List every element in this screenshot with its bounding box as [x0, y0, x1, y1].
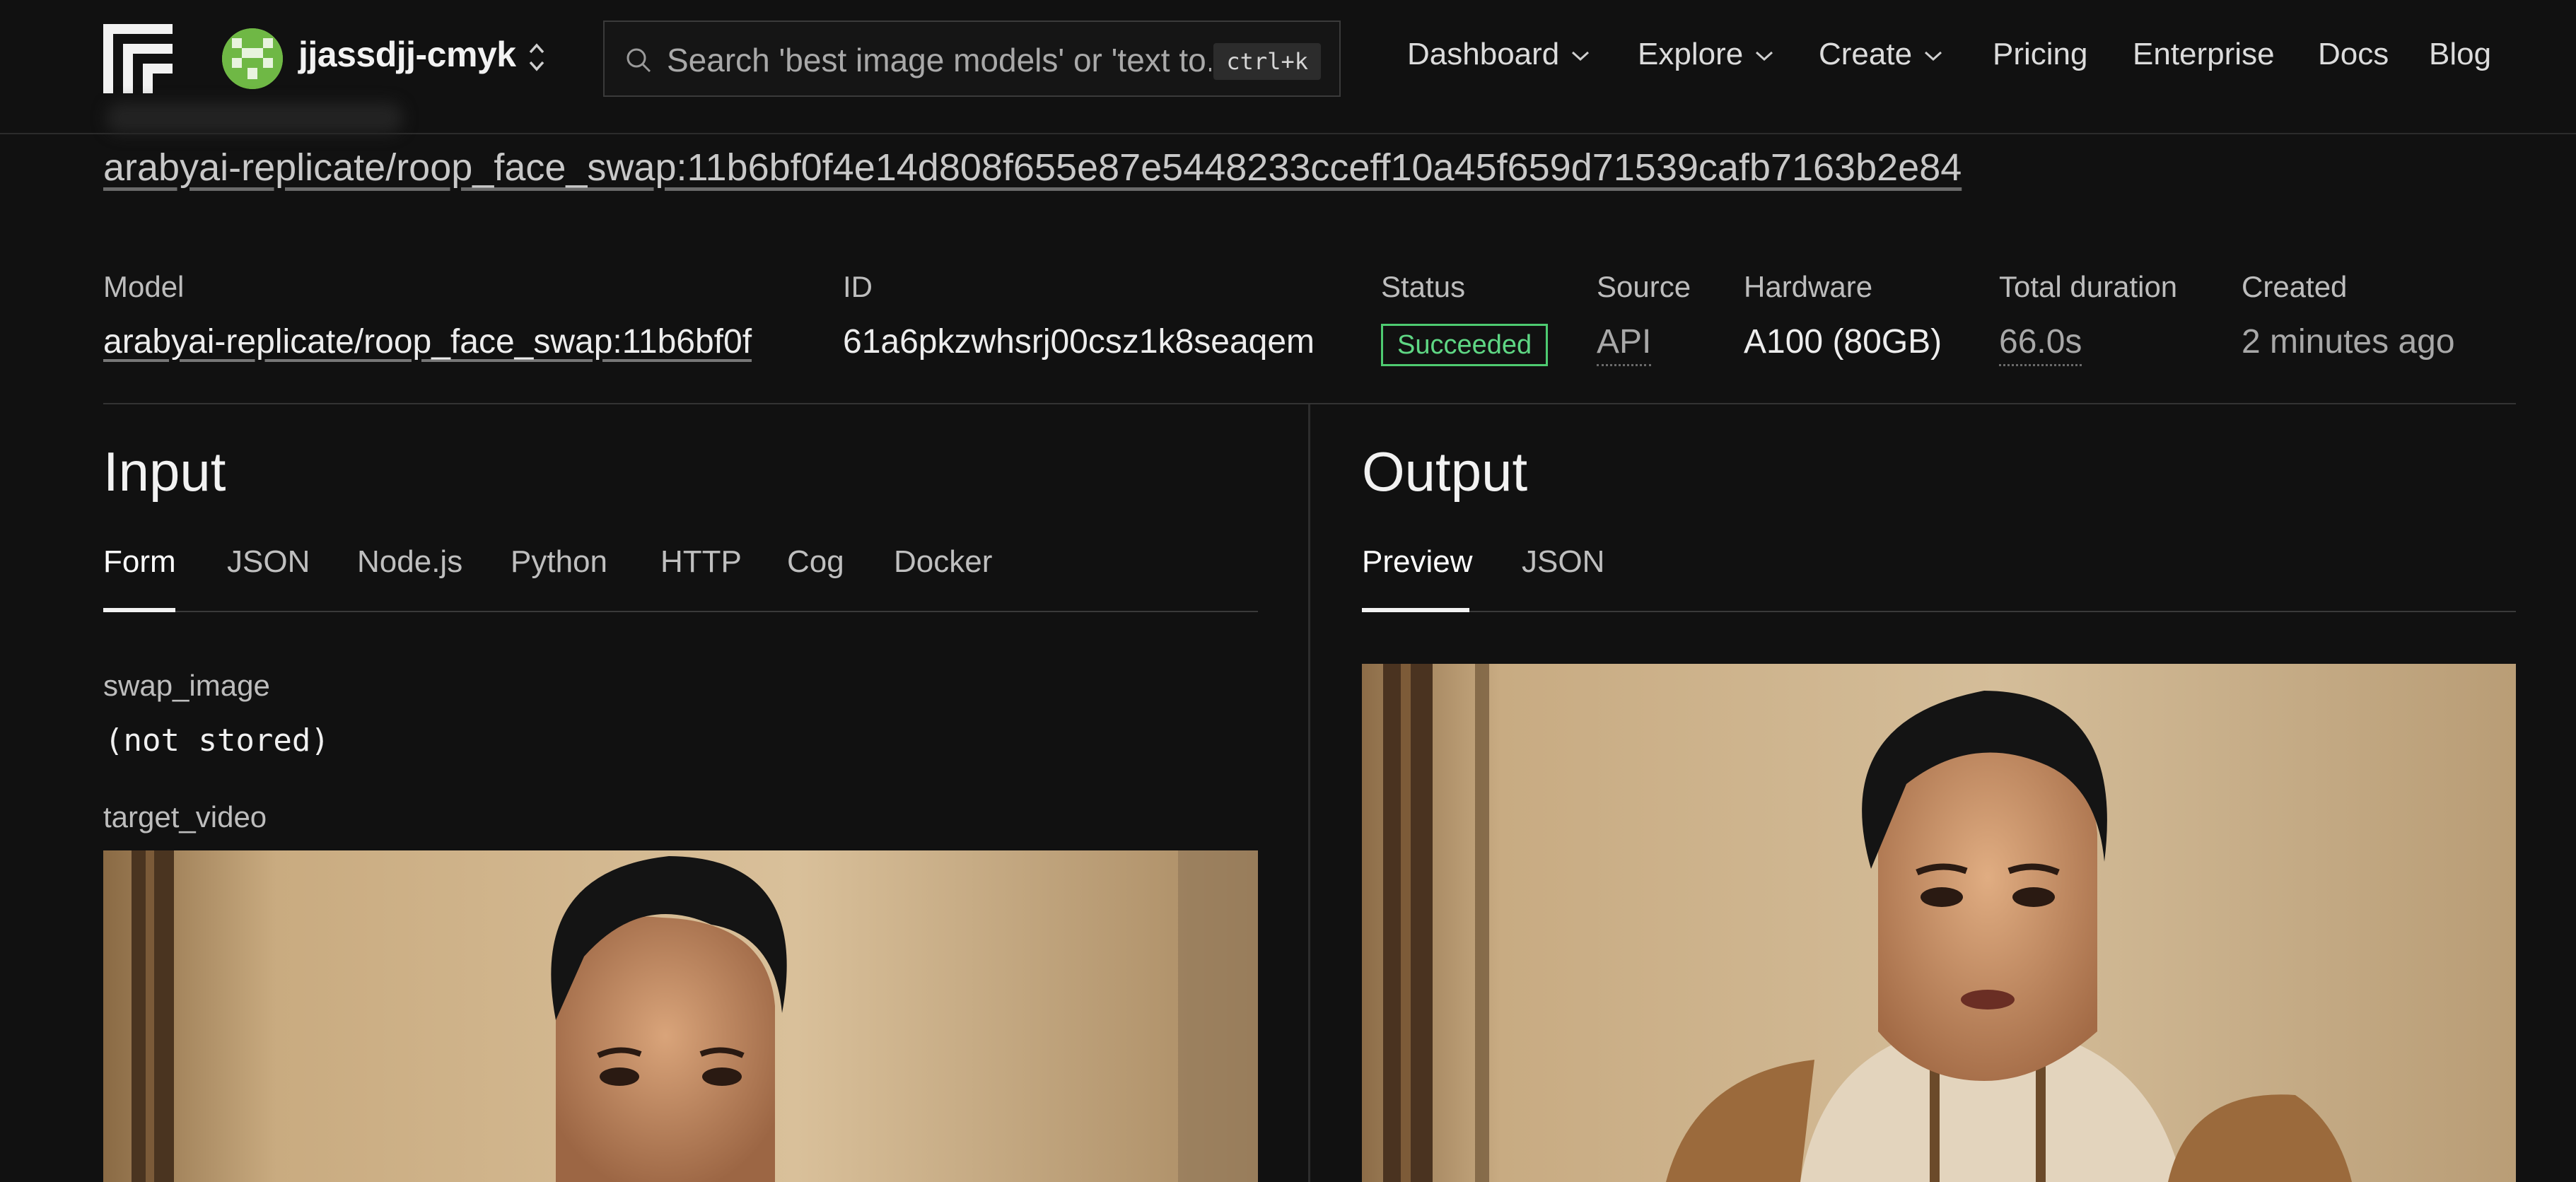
tab-http[interactable]: HTTP — [660, 544, 742, 580]
target-video-player[interactable] — [103, 850, 1258, 1182]
hardware-label: Hardware — [1744, 270, 1873, 303]
prediction-model-version-link[interactable]: arabyai-replicate/roop_face_swap:11b6bf0… — [103, 146, 1962, 189]
column-divider — [1308, 404, 1310, 1182]
hardware-value: A100 (80GB) — [1744, 323, 1942, 361]
chevron-down-icon — [1925, 52, 1942, 62]
keyboard-shortcut-hint: ctrl+k — [1213, 43, 1321, 80]
model-link[interactable]: arabyai-replicate/roop_face_swap:11b6bf0… — [103, 322, 752, 361]
active-tab-indicator — [1362, 608, 1469, 612]
nav-dashboard-label: Dashboard — [1407, 37, 1560, 71]
search-icon — [626, 48, 651, 73]
chevron-down-icon — [1756, 52, 1773, 62]
tab-json[interactable]: JSON — [227, 544, 310, 580]
id-label: ID — [843, 270, 873, 303]
chevron-down-icon — [1572, 52, 1590, 62]
tab-python[interactable]: Python — [511, 544, 607, 580]
tab-docker[interactable]: Docker — [894, 544, 992, 580]
input-tabs: Form JSON Node.js Python HTTP Cog Docker — [103, 544, 1258, 612]
prediction-id: 61a6pkzwhsrj00csz1k8seaqem — [843, 323, 1315, 361]
nav-docs[interactable]: Docs — [2318, 37, 2389, 72]
account-switcher-username[interactable]: jjassdjj-cmyk — [298, 34, 516, 75]
created-label: Created — [2242, 270, 2348, 303]
nav-pricing-label: Pricing — [1993, 37, 2088, 71]
tab-cog[interactable]: Cog — [787, 544, 844, 580]
swap-image-label: swap_image — [103, 669, 270, 702]
active-tab-indicator — [103, 608, 175, 612]
replicate-logo-icon[interactable] — [103, 24, 173, 93]
chevron-up-down-icon[interactable] — [526, 40, 547, 75]
duration-label: Total duration — [1999, 270, 2178, 303]
nav-create-label: Create — [1819, 37, 1913, 71]
input-heading: Input — [103, 440, 226, 503]
source-label: Source — [1597, 270, 1691, 303]
swap-image-value: (not stored) — [105, 722, 330, 759]
status-label: Status — [1381, 270, 1466, 303]
output-tabs: Preview JSON — [1362, 544, 2516, 612]
blurred-placeholder — [106, 103, 403, 134]
top-nav-bar: jjassdjj-cmyk ctrl+k Dashboard Explore C… — [0, 0, 2576, 134]
nav-pricing[interactable]: Pricing — [1993, 37, 2088, 72]
nav-create[interactable]: Create — [1819, 37, 1943, 72]
model-label: Model — [103, 270, 185, 303]
output-heading: Output — [1362, 440, 1528, 503]
search-box[interactable]: ctrl+k — [603, 21, 1341, 97]
duration-value[interactable]: 66.0s — [1999, 322, 2082, 366]
search-input[interactable] — [667, 42, 1211, 78]
nav-explore-label: Explore — [1638, 37, 1744, 71]
nav-blog-label: Blog — [2429, 37, 2492, 71]
nav-explore[interactable]: Explore — [1638, 37, 1774, 72]
nav-dashboard[interactable]: Dashboard — [1407, 37, 1590, 72]
target-video-label: target_video — [103, 800, 267, 833]
tab-form[interactable]: Form — [103, 544, 176, 580]
tab-preview[interactable]: Preview — [1362, 544, 1473, 580]
nav-enterprise[interactable]: Enterprise — [2133, 37, 2275, 72]
nav-docs-label: Docs — [2318, 37, 2389, 71]
source-value[interactable]: API — [1597, 322, 1652, 366]
user-avatar[interactable] — [222, 28, 283, 89]
nav-blog[interactable]: Blog — [2429, 37, 2491, 72]
output-video-preview[interactable] — [1362, 664, 2516, 1182]
tab-output-json[interactable]: JSON — [1522, 544, 1604, 580]
created-value: 2 minutes ago — [2242, 323, 2455, 361]
status-badge: Succeeded — [1381, 324, 1549, 366]
nav-enterprise-label: Enterprise — [2133, 37, 2275, 71]
tab-nodejs[interactable]: Node.js — [357, 544, 462, 580]
